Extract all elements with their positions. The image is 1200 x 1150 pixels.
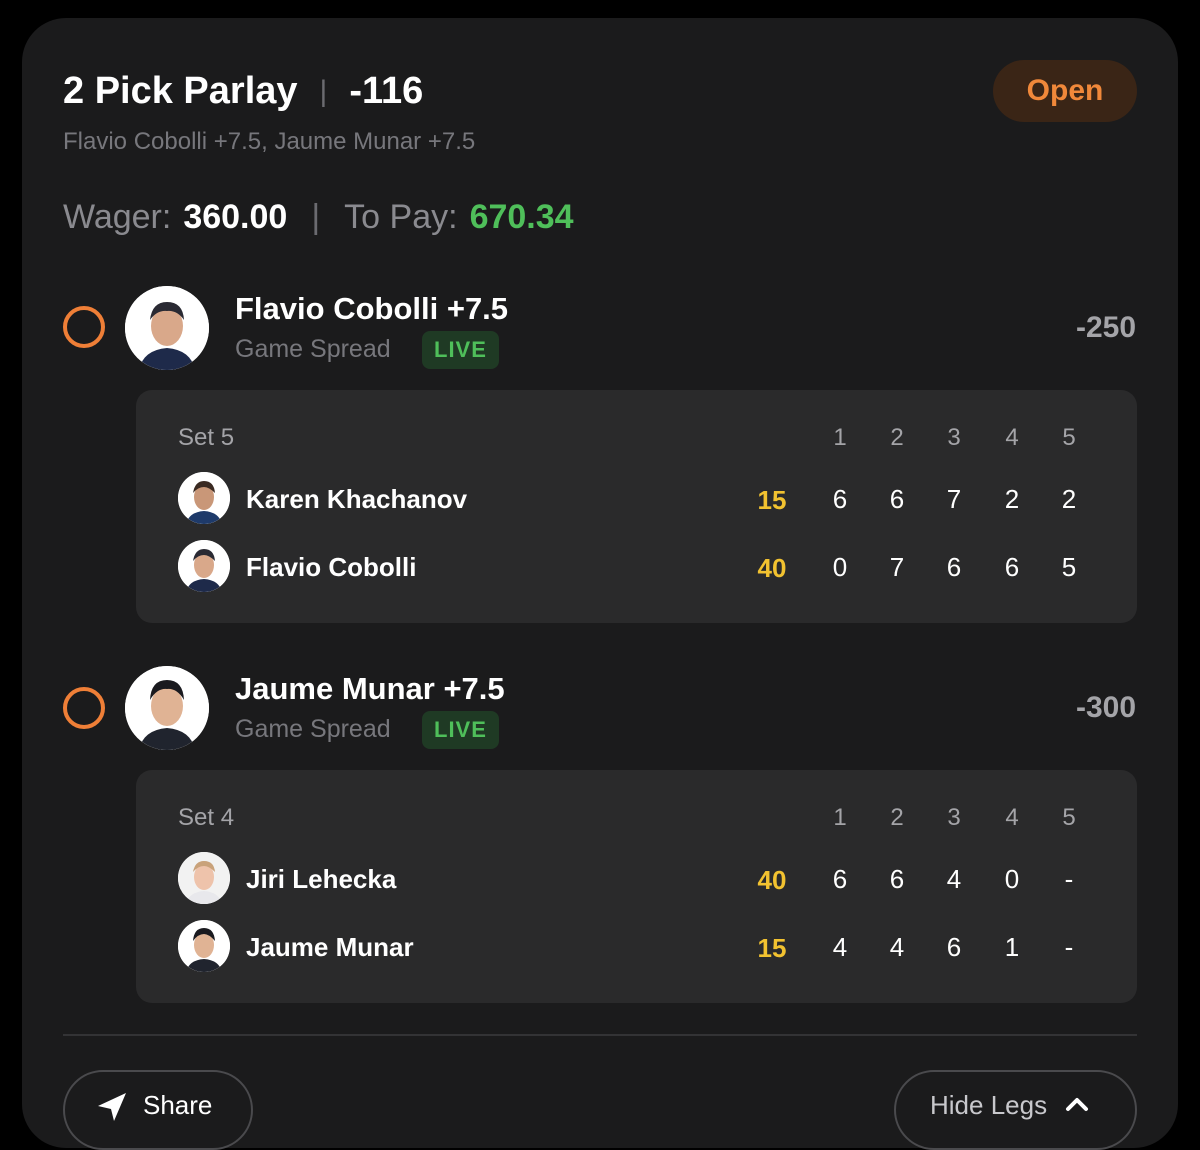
set-score: 6	[946, 932, 962, 962]
set-column-header: 3	[947, 804, 961, 831]
leg-status-indicator	[63, 306, 105, 348]
set-score: 1	[1004, 932, 1020, 962]
paper-plane-icon	[98, 1093, 126, 1121]
leg-title: Jaume Munar +7.5	[235, 671, 505, 706]
set-score: 4	[946, 864, 962, 894]
live-badge: LIVE	[422, 331, 499, 369]
avatar	[178, 852, 230, 904]
set-score: -	[1064, 864, 1074, 894]
player-name: Jaume Munar	[246, 932, 414, 962]
hide-legs-label: Hide Legs	[930, 1090, 1048, 1120]
set-score: 6	[889, 864, 905, 894]
set-column-header: 2	[890, 424, 904, 451]
set-score: 0	[832, 552, 848, 582]
avatar	[178, 472, 230, 524]
leg-odds: -250	[1075, 311, 1136, 344]
set-score: 4	[889, 932, 905, 962]
set-column-header: 4	[1005, 424, 1019, 451]
divider	[63, 1034, 1137, 1036]
set-score: 2	[1061, 484, 1077, 514]
point-score: 15	[757, 485, 787, 515]
current-set-label: Set 5	[178, 424, 235, 451]
share-button[interactable]: Share	[63, 1070, 253, 1150]
avatar	[178, 920, 230, 972]
set-score: 2	[1004, 484, 1020, 514]
set-column-header: 2	[890, 804, 904, 831]
title-separator: |	[319, 74, 328, 108]
avatar	[178, 540, 230, 592]
set-score: 6	[889, 484, 905, 514]
player-name: Karen Khachanov	[246, 484, 468, 514]
leg-status-indicator	[63, 687, 105, 729]
leg-title: Flavio Cobolli +7.5	[235, 291, 509, 326]
wager-value: 360.00	[183, 198, 288, 236]
set-score: -	[1064, 932, 1074, 962]
parlay-title: 2 Pick Parlay | -116	[63, 70, 423, 113]
set-column-header: 4	[1005, 804, 1019, 831]
parlay-type: 2 Pick Parlay	[63, 70, 298, 112]
set-score: 6	[832, 484, 848, 514]
set-column-header: 1	[833, 804, 847, 831]
set-score: 7	[946, 484, 962, 514]
point-score: 15	[757, 933, 787, 963]
wager-label: Wager:	[63, 198, 172, 236]
set-score: 6	[832, 864, 848, 894]
picks-summary: Flavio Cobolli +7.5, Jaume Munar +7.5	[63, 128, 476, 155]
live-badge: LIVE	[422, 711, 499, 749]
current-set-label: Set 4	[178, 804, 235, 831]
set-score: 6	[946, 552, 962, 582]
set-score: 4	[832, 932, 848, 962]
player-name: Flavio Cobolli	[246, 552, 417, 582]
to-pay-label: To Pay:	[344, 198, 458, 236]
point-score: 40	[757, 553, 787, 583]
avatar	[125, 666, 209, 750]
set-score: 6	[1004, 552, 1020, 582]
set-column-header: 5	[1062, 804, 1076, 831]
leg-odds: -300	[1075, 691, 1136, 724]
leg-market: Game Spread	[235, 715, 391, 743]
set-score: 0	[1004, 864, 1020, 894]
parlay-odds: -116	[349, 70, 424, 112]
status-badge: Open	[993, 60, 1137, 122]
wager-separator: |	[311, 198, 321, 236]
hide-legs-button[interactable]: Hide Legs	[894, 1070, 1137, 1150]
share-label: Share	[143, 1090, 213, 1120]
set-column-header: 5	[1062, 424, 1076, 451]
to-pay-value: 670.34	[469, 198, 574, 236]
set-column-header: 3	[947, 424, 961, 451]
point-score: 40	[757, 865, 787, 895]
leg-market: Game Spread	[235, 335, 391, 363]
player-name: Jiri Lehecka	[246, 864, 397, 894]
scoreboard: Set 4 1 2 3 4 5 Jiri Lehecka 40 6 6 4 0 …	[136, 770, 1137, 1003]
avatar	[125, 286, 209, 370]
set-score: 7	[889, 552, 905, 582]
set-score: 5	[1061, 552, 1077, 582]
scoreboard: Set 5 1 2 3 4 5 Karen Khachanov 15 6 6 7…	[136, 390, 1137, 623]
set-column-header: 1	[833, 424, 847, 451]
wager-summary: Wager: 360.00 | To Pay: 670.34	[63, 198, 574, 237]
